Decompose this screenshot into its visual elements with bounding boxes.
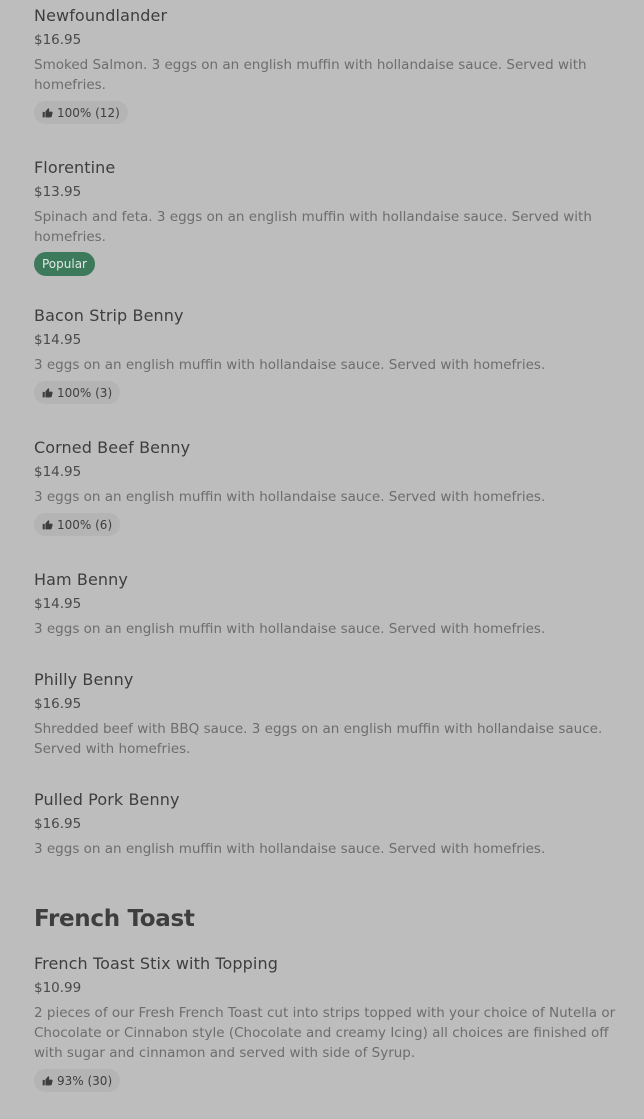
item-description: 3 eggs on an english muffin with holland… xyxy=(34,489,546,505)
rating-text: 100% (3) xyxy=(57,385,113,400)
item-price: $14.95 xyxy=(34,464,82,480)
item-description: 3 eggs on an english muffin with holland… xyxy=(34,841,546,857)
menu-item-corned-beef-benny[interactable]: Corned Beef Benny $14.95 3 eggs on an en… xyxy=(34,438,624,536)
item-description: Smoked Salmon. 3 eggs on an english muff… xyxy=(34,57,587,93)
item-description: 3 eggs on an english muffin with holland… xyxy=(34,621,546,637)
rating-text: 93% (30) xyxy=(57,1073,113,1088)
menu-item-bacon-strip-benny[interactable]: Bacon Strip Benny $14.95 3 eggs on an en… xyxy=(34,306,624,404)
thumbs-up-icon xyxy=(42,108,53,118)
menu-item-newfoundlander[interactable]: Newfoundlander $16.95 Smoked Salmon. 3 e… xyxy=(34,6,624,124)
thumbs-up-icon xyxy=(42,1076,53,1086)
item-price: $10.99 xyxy=(34,980,82,996)
rating-chip: 100% (6) xyxy=(34,513,121,536)
item-description: 2 pieces of our Fresh French Toast cut i… xyxy=(34,1005,616,1061)
item-name: Corned Beef Benny xyxy=(34,438,191,457)
item-name: Ham Benny xyxy=(34,570,128,589)
item-name: Bacon Strip Benny xyxy=(34,306,184,325)
item-price: $16.95 xyxy=(34,816,82,832)
item-description: 3 eggs on an english muffin with holland… xyxy=(34,357,546,373)
menu-item-florentine[interactable]: Florentine $13.95 Spinach and feta. 3 eg… xyxy=(34,158,624,276)
item-price: $14.95 xyxy=(34,596,82,612)
item-name: Newfoundlander xyxy=(34,6,168,25)
item-name: Florentine xyxy=(34,158,116,177)
thumbs-up-icon xyxy=(42,388,53,398)
menu-page: Newfoundlander $16.95 Smoked Salmon. 3 e… xyxy=(0,0,644,1119)
rating-chip: 93% (30) xyxy=(34,1069,121,1092)
item-price: $14.95 xyxy=(34,332,82,348)
menu-item-philly-benny[interactable]: Philly Benny $16.95 Shredded beef with B… xyxy=(34,670,624,759)
section-title-french-toast: French Toast xyxy=(34,906,195,932)
menu-item-french-toast-stix[interactable]: French Toast Stix with Topping $10.99 2 … xyxy=(34,954,624,1092)
menu-item-ham-benny[interactable]: Ham Benny $14.95 3 eggs on an english mu… xyxy=(34,570,624,639)
rating-chip: 100% (12) xyxy=(34,101,128,124)
thumbs-up-icon xyxy=(42,520,53,530)
item-price: $16.95 xyxy=(34,32,82,48)
item-name: Pulled Pork Benny xyxy=(34,790,180,809)
item-name: French Toast Stix with Topping xyxy=(34,954,278,973)
rating-text: 100% (6) xyxy=(57,517,113,532)
rating-text: 100% (12) xyxy=(57,105,120,120)
rating-chip: 100% (3) xyxy=(34,381,121,404)
menu-item-pulled-pork-benny[interactable]: Pulled Pork Benny $16.95 3 eggs on an en… xyxy=(34,790,624,859)
item-name: Philly Benny xyxy=(34,670,134,689)
item-price: $13.95 xyxy=(34,184,82,200)
popular-badge: Popular xyxy=(34,252,95,276)
item-price: $16.95 xyxy=(34,696,82,712)
item-description: Shredded beef with BBQ sauce. 3 eggs on … xyxy=(34,721,603,757)
item-description: Spinach and feta. 3 eggs on an english m… xyxy=(34,209,592,245)
